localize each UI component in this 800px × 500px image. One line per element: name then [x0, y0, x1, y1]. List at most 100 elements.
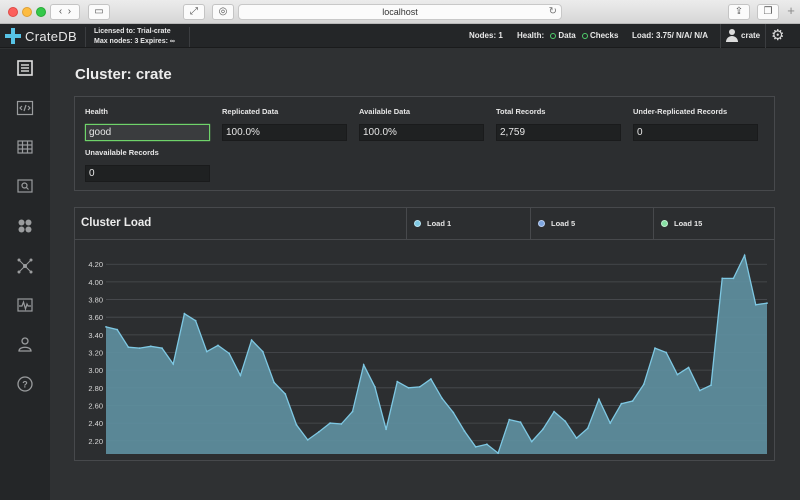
data-point [687, 366, 690, 369]
back-icon[interactable]: ‹ [59, 6, 62, 17]
tabs-button[interactable]: ❐ [757, 4, 779, 20]
y-tick-label: 2.80 [88, 384, 103, 393]
data-point [306, 439, 309, 441]
data-point [127, 346, 130, 349]
cluster-load-chart: 4.20 4.00 3.80 3.60 3.40 3.20 3.00 2.80 2.60 2.40… [88, 253, 768, 455]
close-window-button[interactable] [8, 7, 18, 17]
data-point [172, 363, 175, 365]
reload-icon[interactable]: ↻ [549, 5, 557, 19]
data-point [732, 277, 735, 280]
sidebar-icon: ▭ [94, 6, 104, 17]
sidebar-item-overview[interactable] [0, 51, 50, 85]
data-point [250, 339, 253, 341]
chart-title: Cluster Load [81, 217, 152, 229]
legend-load-1[interactable]: Load 1 [406, 208, 530, 240]
health-data-label: Data [558, 31, 576, 40]
stat-under-replicated-value: 0 [633, 124, 758, 141]
y-tick-label: 3.00 [88, 366, 103, 375]
data-point [161, 347, 163, 349]
data-point [620, 402, 623, 405]
nodes-count: Nodes: 1 [469, 31, 503, 40]
sidebar-toggle-button[interactable]: ▭ [88, 4, 110, 20]
sidebar-item-monitoring[interactable] [0, 288, 50, 322]
data-point [418, 386, 421, 388]
stat-replicated: Replicated Data 100.0% [222, 107, 347, 141]
legend-load-5-dot [538, 220, 545, 227]
new-tab-icon[interactable]: + [782, 4, 800, 20]
chart-header: Cluster Load Load 1 Load 5 Load 15 [75, 208, 774, 240]
y-tick-label: 2.20 [88, 437, 103, 446]
back-forward-buttons[interactable]: ‹ › [50, 4, 80, 20]
privacy-icon: ◎ [218, 6, 228, 17]
stat-health-value: good [85, 124, 210, 141]
fullscreen-button[interactable]: ⤢ [183, 4, 205, 20]
data-point [194, 319, 197, 322]
data-point [105, 326, 107, 328]
stat-unavailable-value: 0 [85, 165, 210, 182]
share-icon: ⇪ [734, 6, 744, 17]
legend-load-1-dot [414, 220, 421, 227]
data-point [754, 303, 757, 306]
minimize-window-button[interactable] [22, 7, 32, 17]
sidebar-item-cluster[interactable] [0, 249, 50, 283]
data-point [665, 351, 668, 354]
license-owner: Licensed to: Trial-crate [94, 28, 171, 35]
user-menu[interactable]: crate [720, 24, 766, 48]
settings-gear-icon[interactable]: ⚙ [771, 27, 784, 45]
sidebar-item-shards[interactable] [0, 209, 50, 243]
data-point [183, 312, 186, 315]
cluster-icon [17, 258, 33, 274]
health-label: Health: [517, 31, 545, 40]
reader-button[interactable]: ◎ [212, 4, 234, 20]
data-point [676, 373, 679, 376]
data-point [564, 420, 567, 423]
share-button[interactable]: ⇪ [728, 4, 750, 20]
license-limits: Max nodes: 3 Expires: ∞ [94, 38, 175, 45]
health-checks-link[interactable]: Checks [590, 31, 618, 40]
data-point [642, 383, 645, 386]
data-point [497, 452, 499, 454]
forward-icon[interactable]: › [68, 6, 71, 17]
data-point [396, 380, 399, 383]
data-point [598, 398, 600, 401]
cratedb-logo[interactable]: CrateDB [5, 28, 77, 44]
data-health-icon [550, 33, 557, 39]
checks-health-icon [581, 33, 588, 39]
stat-under-replicated: Under-Replicated Records 0 [633, 107, 758, 141]
legend-load-15-label: Load 15 [674, 219, 703, 228]
address-bar[interactable]: localhost ↻ [238, 4, 562, 20]
sidebar-item-help[interactable]: ? [0, 367, 50, 401]
data-point [329, 422, 331, 424]
data-point [452, 411, 455, 414]
y-tick-label: 3.80 [88, 296, 103, 305]
sidebar-item-console[interactable] [0, 91, 50, 125]
data-point [362, 364, 365, 366]
overview-icon [17, 60, 33, 76]
data-point [553, 410, 555, 413]
monitoring-icon [17, 298, 33, 312]
cluster-load-panel: Cluster Load Load 1 Load 5 Load 15 4.20 4… [74, 207, 775, 461]
logo-text: CrateDB [25, 28, 77, 44]
stat-available-value: 100.0% [359, 124, 484, 141]
stat-unavailable: Unavailable Records 0 [85, 148, 210, 182]
data-point [318, 431, 320, 433]
browser-toolbar: ‹ › ▭ ⤢ ◎ localhost ↻ ⇪ ❐ + [0, 0, 800, 24]
svg-text:?: ? [22, 380, 28, 390]
legend-load-5[interactable]: Load 5 [530, 208, 654, 240]
data-point [228, 352, 231, 355]
maximize-window-button[interactable] [36, 7, 46, 17]
sidebar-item-views[interactable] [0, 169, 50, 203]
data-point [743, 254, 746, 257]
sidebar-item-users[interactable] [0, 327, 50, 361]
stat-health: Health good [85, 107, 210, 141]
license-info: Licensed to: Trial-crate Max nodes: 3 Ex… [85, 27, 190, 47]
data-point [149, 345, 152, 348]
stat-unavailable-label: Unavailable Records [85, 148, 159, 157]
y-tick-label: 3.40 [88, 331, 103, 340]
legend-load-15[interactable]: Load 15 [653, 208, 774, 240]
stat-total-records-label: Total Records [496, 107, 546, 116]
sidebar-item-tables[interactable] [0, 130, 50, 164]
data-point [631, 400, 634, 402]
data-point [542, 428, 544, 431]
data-point [575, 437, 578, 439]
